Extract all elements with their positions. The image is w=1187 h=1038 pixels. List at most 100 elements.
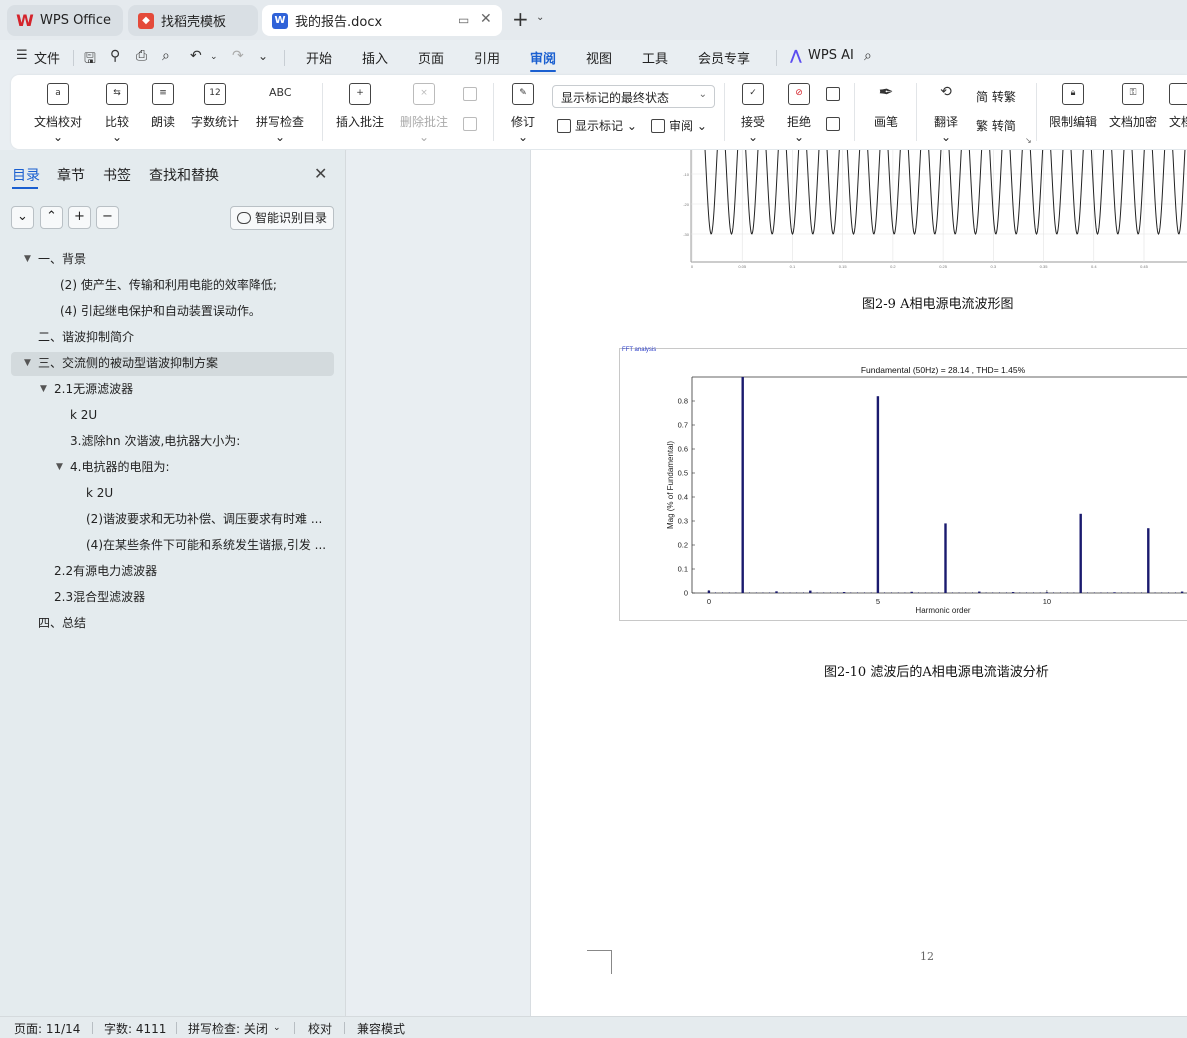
collapse-up-button[interactable]: ⌃: [40, 206, 63, 229]
next-change-icon[interactable]: [826, 117, 844, 131]
toc-item[interactable]: 四、总结: [0, 612, 330, 634]
read-aloud-button[interactable]: ≡ 朗读: [149, 83, 177, 130]
more-ribbon-button[interactable]: 文档: [1169, 83, 1187, 130]
redo-icon[interactable]: ↷: [232, 48, 244, 64]
word-count-button[interactable]: 12 字数统计: [190, 83, 240, 130]
delete-comment-button[interactable]: × 删除批注 ⌄: [396, 83, 452, 144]
menu-tools[interactable]: 工具: [642, 48, 668, 67]
expand-arrow-icon[interactable]: ▼: [40, 378, 47, 400]
toc-item[interactable]: (2) 使产生、传输和利用电能的效率降低;: [0, 274, 330, 296]
expand-arrow-icon[interactable]: ▼: [24, 248, 31, 270]
spell-check-status[interactable]: 拼写检查: 关闭: [188, 1020, 268, 1037]
toc-item[interactable]: 二、谐波抑制简介: [0, 326, 330, 348]
hamburger-menu-icon[interactable]: ☰: [16, 48, 28, 63]
to-traditional-button[interactable]: 简 转繁: [976, 88, 1016, 105]
chevron-down-icon[interactable]: ⌄: [258, 49, 268, 63]
document-area[interactable]: -10 -20 -30 0 0.05 0.1 0.15 0.2 0.25 0.3 0.35 0.4 0.…: [347, 150, 1187, 1016]
tab-find-replace[interactable]: 查找和替换: [149, 165, 219, 185]
tab-report-docx[interactable]: W 我的报告.docx ▭ ✕: [262, 5, 502, 36]
divider: [294, 1022, 295, 1034]
show-markup-button[interactable]: 显示标记 ⌄: [557, 117, 637, 134]
spell-check-button[interactable]: ABC 拼写检查 ⌄: [251, 83, 309, 144]
menu-file[interactable]: 文件: [34, 48, 60, 67]
remove-heading-button[interactable]: −: [96, 206, 119, 229]
format-painter-icon[interactable]: ⚲: [110, 48, 120, 64]
insert-comment-icon: +: [349, 83, 371, 105]
proofread-status[interactable]: 校对: [308, 1020, 332, 1037]
prev-comment-icon[interactable]: [463, 87, 481, 101]
ink-button[interactable]: ✒ 画笔: [871, 83, 901, 130]
next-comment-icon[interactable]: [463, 117, 481, 131]
toc-item[interactable]: k 2U: [0, 404, 330, 426]
search-icon[interactable]: ⌕: [864, 48, 872, 64]
new-tab-icon[interactable]: +: [512, 9, 529, 29]
word-doc-icon: W: [272, 12, 288, 29]
tab-sections[interactable]: 章节: [57, 165, 85, 185]
menu-insert[interactable]: 插入: [362, 48, 388, 67]
chevron-down-icon[interactable]: ⌄: [536, 12, 544, 23]
save-icon[interactable]: 🖫: [84, 48, 96, 72]
reject-button[interactable]: ⊘ 拒绝 ⌄: [780, 83, 818, 144]
compare-button[interactable]: ⇆ 比较 ⌄: [97, 83, 137, 144]
word-count-icon: 12: [204, 83, 226, 105]
toc-item[interactable]: (2)谐波要求和无功补偿、调压要求有时难 ...: [0, 508, 330, 530]
menu-home[interactable]: 开始: [306, 48, 332, 67]
close-icon[interactable]: ✕: [314, 164, 327, 183]
toc-item[interactable]: (4) 引起继电保护和自动装置误动作。: [0, 300, 330, 322]
window-restore-icon[interactable]: ▭: [458, 13, 469, 27]
smart-toc-button[interactable]: 智能识别目录: [230, 206, 334, 230]
wps-ai-logo-icon[interactable]: ⋀: [790, 48, 802, 64]
toc-item[interactable]: ▼ 三、交流侧的被动型谐波抑制方案: [0, 352, 330, 374]
doc-check-button[interactable]: a 文档校对 ⌄: [28, 83, 88, 144]
toc-item[interactable]: ▼ 2.1无源滤波器: [0, 378, 330, 400]
docer-logo-icon: ◆: [138, 12, 154, 29]
menu-page[interactable]: 页面: [418, 48, 444, 67]
toc-item[interactable]: 3.滤除hn 次谐波,电抗器大小为:: [0, 430, 330, 452]
chevron-down-icon[interactable]: ⌄: [210, 52, 218, 62]
prev-change-icon[interactable]: [826, 87, 844, 101]
markup-state-select[interactable]: 显示标记的最终状态 ⌄: [552, 85, 715, 108]
translate-button[interactable]: ⟲ 翻译 ⌄: [928, 83, 964, 144]
fft-bar: [741, 377, 744, 593]
menu-review[interactable]: 审阅: [530, 48, 556, 67]
encrypt-document-icon: ⚿: [1122, 83, 1144, 105]
spell-check-icon: ABC: [269, 86, 292, 99]
group-expand-icon[interactable]: ↘: [1025, 136, 1032, 145]
undo-icon[interactable]: ↶: [190, 48, 202, 64]
add-heading-button[interactable]: +: [68, 206, 91, 229]
insert-comment-button[interactable]: + 插入批注: [335, 83, 385, 130]
menu-wps-ai[interactable]: WPS AI: [808, 48, 854, 63]
toc-item[interactable]: (4)在某些条件下可能和系统发生谐振,引发 ...: [0, 534, 330, 556]
tab-wps-office[interactable]: W WPS Office: [7, 5, 123, 36]
menu-member[interactable]: 会员专享: [698, 48, 750, 67]
accept-button[interactable]: ✓ 接受 ⌄: [734, 83, 772, 144]
fft-y-tick-label: 0.1: [678, 565, 688, 574]
print-preview-icon[interactable]: ⌕: [162, 48, 170, 64]
tab-label: WPS Office: [40, 13, 112, 28]
toc-item[interactable]: ▼ 4.电抗器的电阻为:: [0, 456, 330, 478]
review-pane-button[interactable]: 审阅 ⌄: [651, 117, 707, 134]
toc-item[interactable]: k 2U: [0, 482, 330, 504]
word-count-indicator[interactable]: 字数: 4111: [104, 1020, 166, 1037]
toc-item[interactable]: 2.3混合型滤波器: [0, 586, 330, 608]
toc-item[interactable]: ▼ 一、背景: [0, 248, 330, 270]
encrypt-button[interactable]: ⚿ 文档加密: [1109, 83, 1157, 130]
to-simplified-button[interactable]: 繁 转简: [976, 117, 1016, 134]
close-tab-icon[interactable]: ✕: [480, 11, 492, 27]
page-indicator[interactable]: 页面: 11/14: [14, 1020, 80, 1037]
menu-references[interactable]: 引用: [474, 48, 500, 67]
expand-arrow-icon[interactable]: ▼: [56, 456, 63, 478]
tab-toc[interactable]: 目录: [12, 165, 40, 185]
tab-bookmarks[interactable]: 书签: [103, 165, 131, 185]
track-changes-button[interactable]: ✎ 修订 ⌄: [505, 83, 541, 144]
print-icon[interactable]: ⎙: [136, 48, 147, 64]
tab-docer-templates[interactable]: ◆ 找稻壳模板: [128, 5, 258, 36]
menu-view[interactable]: 视图: [586, 48, 612, 67]
expand-down-button[interactable]: ⌄: [11, 206, 34, 229]
waveform-figure: -10 -20 -30 0 0.05 0.1 0.15 0.2 0.25 0.3 0.35 0.4 0.…: [683, 150, 1187, 269]
restrict-edit-button[interactable]: 🔒︎ 限制编辑: [1049, 83, 1097, 130]
document-page[interactable]: -10 -20 -30 0 0.05 0.1 0.15 0.2 0.25 0.3 0.35 0.4 0.…: [530, 150, 1187, 1016]
chevron-down-icon[interactable]: ⌄: [273, 1023, 281, 1033]
toc-item[interactable]: 2.2有源电力滤波器: [0, 560, 330, 582]
expand-arrow-icon[interactable]: ▼: [24, 352, 31, 374]
